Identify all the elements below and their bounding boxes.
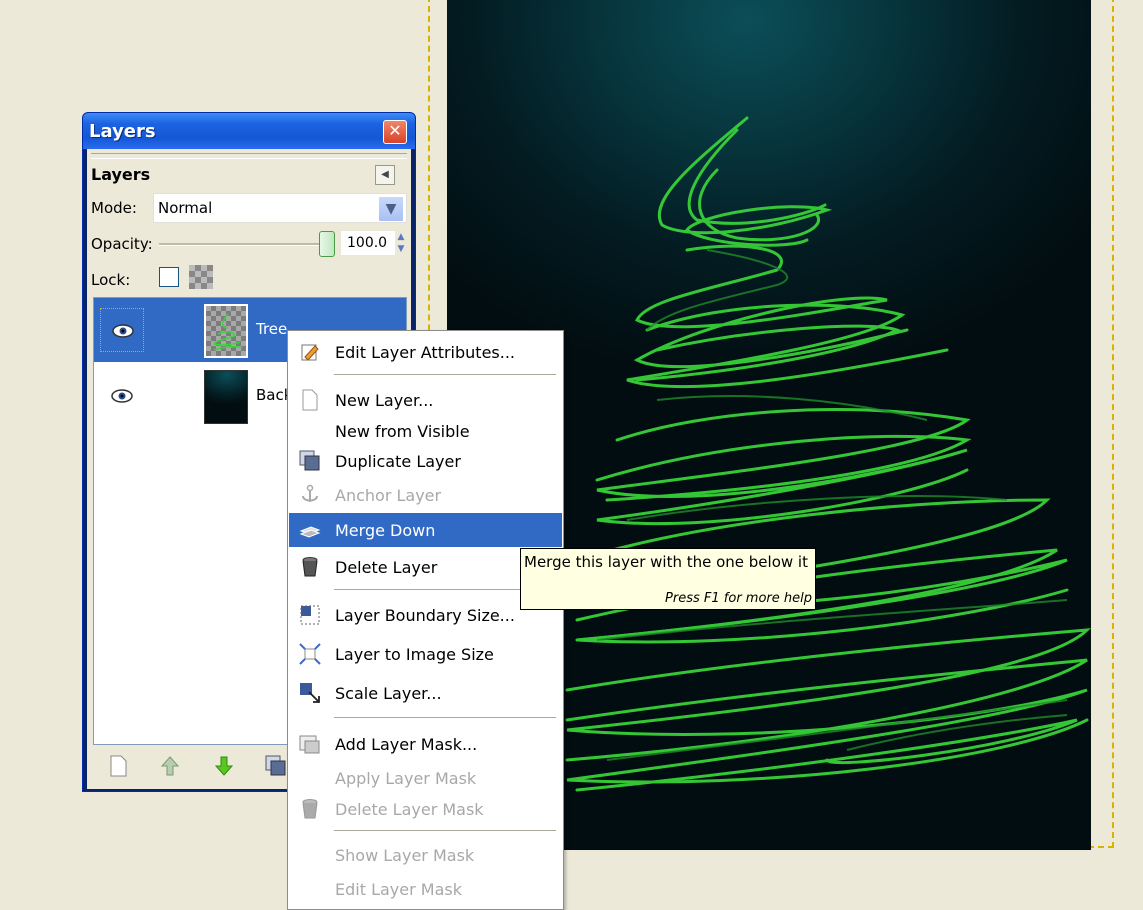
eye-icon [112, 324, 134, 338]
fit-image-icon [299, 643, 321, 665]
menu-item-label: New Layer... [335, 391, 434, 410]
dock-title: Layers [91, 165, 151, 184]
menu-item-label: Anchor Layer [335, 486, 442, 505]
opacity-label: Opacity: [91, 235, 153, 253]
new-page-icon [110, 755, 127, 777]
menu-item-duplicate-layer[interactable]: Duplicate Layer [289, 444, 562, 478]
menu-item-label: Scale Layer... [335, 684, 442, 703]
tree-thumbnail-icon [212, 313, 243, 351]
menu-item-label: New from Visible [335, 422, 470, 441]
menu-item-delete-layer-mask[interactable]: Delete Layer Mask [289, 792, 562, 826]
menu-item-label: Delete Layer [335, 558, 438, 577]
mode-select[interactable]: Normal ▼ [153, 193, 407, 223]
new-layer-button[interactable] [107, 755, 129, 777]
menu-item-label: Duplicate Layer [335, 452, 461, 471]
tooltip: Merge this layer with the one below it P… [520, 548, 816, 610]
menu-item-scale-layer[interactable]: Scale Layer... [289, 676, 562, 710]
triangle-left-icon: ◀ [381, 169, 389, 180]
chevron-down-icon[interactable]: ▼ [378, 196, 404, 222]
arrow-down-icon [214, 756, 234, 776]
opacity-spinbox[interactable]: 100.0 [341, 231, 395, 255]
menu-item-apply-layer-mask[interactable]: Apply Layer Mask [289, 761, 562, 795]
eye-icon [111, 389, 133, 403]
layers-titlebar[interactable]: Layers ✕ [83, 113, 415, 149]
dock-grip[interactable] [91, 153, 407, 159]
menu-item-new-from-visible[interactable]: New from Visible [289, 414, 562, 448]
visibility-toggle[interactable] [100, 308, 144, 352]
pencil-edit-icon [301, 344, 319, 361]
anchor-icon [302, 484, 318, 502]
mode-label: Mode: [91, 199, 137, 217]
menu-item-layer-to-image-size[interactable]: Layer to Image Size [289, 637, 562, 671]
visibility-toggle[interactable] [100, 374, 144, 418]
spin-arrows-icon[interactable]: ▲ ▼ [395, 231, 407, 255]
menu-item-label: Edit Layer Attributes... [335, 343, 516, 362]
resize-boundary-icon [300, 605, 320, 625]
arrow-up-icon [160, 756, 180, 776]
layer-thumbnail [204, 370, 248, 424]
duplicate-layer-button[interactable] [265, 755, 287, 777]
window-title: Layers [89, 121, 156, 142]
duplicate-icon [299, 450, 320, 471]
add-mask-icon [299, 735, 320, 754]
menu-item-show-layer-mask[interactable]: Show Layer Mask [289, 838, 562, 872]
lock-alpha-icon[interactable] [189, 265, 213, 289]
duplicate-icon [265, 755, 286, 776]
tooltip-text: Merge this layer with the one below it [524, 553, 808, 571]
layer-name[interactable]: Tree [256, 320, 287, 338]
menu-item-label: Show Layer Mask [335, 846, 475, 865]
menu-item-label: Apply Layer Mask [335, 769, 477, 788]
menu-item-label: Layer to Image Size [335, 645, 494, 664]
menu-separator [334, 374, 556, 376]
merge-down-icon [299, 526, 321, 538]
menu-item-label: Delete Layer Mask [335, 800, 484, 819]
menu-item-new-layer[interactable]: New Layer... [289, 383, 562, 417]
trash-icon [302, 557, 318, 577]
menu-item-label: Add Layer Mask... [335, 735, 478, 754]
layer-context-menu: Edit Layer Attributes... New Layer... Ne… [287, 330, 564, 910]
scale-icon [300, 683, 320, 703]
trash-icon [302, 799, 318, 819]
menu-item-merge-down[interactable]: Merge Down [289, 513, 562, 547]
opacity-slider-thumb[interactable] [319, 231, 335, 257]
layer-thumbnail [204, 304, 248, 358]
menu-separator [334, 830, 556, 832]
menu-item-anchor-layer[interactable]: Anchor Layer [289, 478, 562, 512]
menu-item-edit-layer-attributes[interactable]: Edit Layer Attributes... [289, 335, 562, 369]
menu-item-label: Layer Boundary Size... [335, 606, 515, 625]
lower-layer-button[interactable] [213, 755, 235, 777]
menu-separator [334, 717, 556, 719]
raise-layer-button[interactable] [159, 755, 181, 777]
tooltip-help-hint: Press F1 for more help [665, 591, 812, 606]
new-page-icon [302, 389, 318, 411]
close-icon: ✕ [388, 121, 402, 140]
menu-item-edit-layer-mask[interactable]: Edit Layer Mask [289, 872, 562, 906]
menu-item-add-layer-mask[interactable]: Add Layer Mask... [289, 727, 562, 761]
lock-pixels-checkbox[interactable] [159, 267, 179, 287]
opacity-slider-track[interactable] [159, 243, 329, 246]
dock-menu-button[interactable]: ◀ [375, 165, 395, 185]
menu-item-label: Merge Down [335, 521, 436, 540]
close-button[interactable]: ✕ [383, 120, 407, 144]
lock-label: Lock: [91, 271, 131, 289]
menu-item-label: Edit Layer Mask [335, 880, 462, 899]
mode-value: Normal [158, 199, 213, 217]
